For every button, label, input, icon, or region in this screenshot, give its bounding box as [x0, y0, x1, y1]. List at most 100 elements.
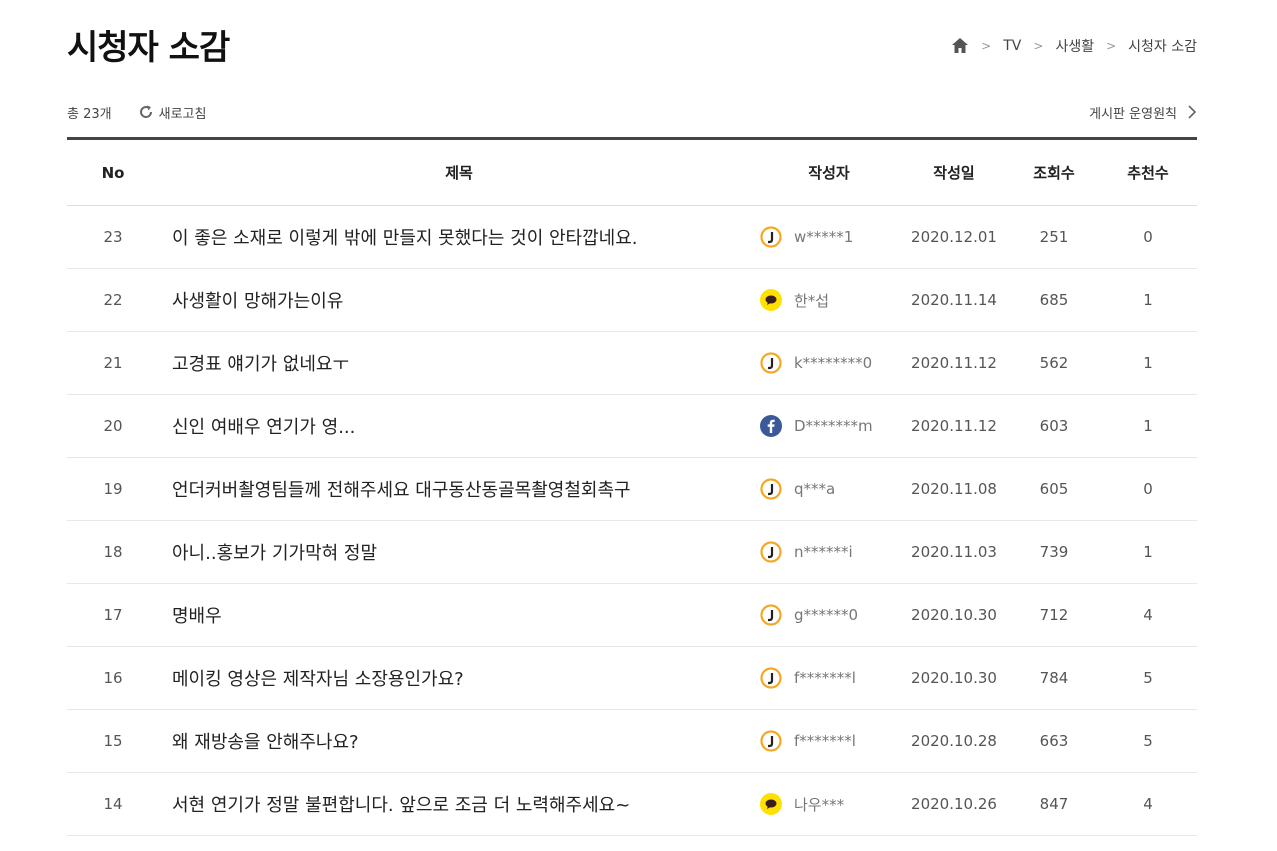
post-author-cell: k********0	[759, 332, 899, 395]
table-row[interactable]: 23 이 좋은 소재로 이렇게 밖에 만들지 못했다는 것이 안타깝네요. w***…	[67, 206, 1197, 269]
breadcrumb-program[interactable]: 사생활	[1055, 36, 1094, 56]
home-icon[interactable]	[951, 37, 969, 55]
breadcrumb-current[interactable]: 시청자 소감	[1128, 36, 1197, 56]
post-title-link[interactable]: 이 좋은 소재로 이렇게 밖에 만들지 못했다는 것이 안타깝네요.	[172, 228, 638, 249]
post-title-cell: 왜 재방송을 안해주나요?	[159, 710, 759, 773]
post-likes: 4	[1143, 795, 1153, 813]
post-author: 한*섭	[794, 291, 830, 310]
col-no: No	[101, 163, 125, 182]
post-title-link[interactable]: 메이킹 영상은 제작자님 소장용인가요?	[172, 669, 464, 690]
post-title-link[interactable]: 사생활이 망해가는이유	[172, 291, 343, 312]
post-title-cell: 언더커버촬영팀들께 전해주세요 대구동산동골목촬영철회촉구	[159, 458, 759, 521]
post-author-cell: w*****1	[759, 206, 899, 269]
col-title: 제목	[445, 164, 473, 182]
refresh-label: 새로고침	[158, 106, 207, 122]
post-title-cell: 메이킹 영상은 제작자님 소장용인가요?	[159, 647, 759, 710]
post-number: 20	[103, 417, 123, 435]
post-number: 18	[103, 543, 123, 561]
post-likes: 1	[1143, 543, 1153, 561]
post-author: q***a	[794, 480, 836, 498]
table-row[interactable]: 22 사생활이 망해가는이유 한*섭 2020.11.14 685 1	[67, 269, 1197, 332]
post-date: 2020.11.03	[911, 543, 997, 561]
jtbc-icon	[760, 604, 782, 626]
post-likes: 5	[1143, 732, 1153, 750]
table-row[interactable]: 20 신인 여배우 연기가 영... D*******m 2020.11.12 603 1	[67, 395, 1197, 458]
post-likes: 1	[1143, 354, 1153, 372]
post-title-link[interactable]: 신인 여배우 연기가 영...	[172, 417, 355, 438]
refresh-button[interactable]: 새로고침	[138, 103, 207, 122]
post-title-link[interactable]: 서현 연기가 정말 불편합니다. 앞으로 조금 더 노력해주세요~	[172, 795, 630, 816]
kakao-icon	[760, 793, 782, 815]
post-title-link[interactable]: 고경표 얘기가 없네요ㅜ	[172, 354, 349, 375]
post-author: g******0	[794, 606, 859, 624]
post-date: 2020.11.08	[911, 480, 997, 498]
post-views: 739	[1039, 543, 1069, 561]
post-title-cell: 사생활이 망해가는이유	[159, 269, 759, 332]
post-title-link[interactable]: 언더커버촬영팀들께 전해주세요 대구동산동골목촬영철회촉구	[172, 480, 631, 501]
post-author: f*******l	[794, 732, 856, 750]
table-row[interactable]: 14 서현 연기가 정말 불편합니다. 앞으로 조금 더 노력해주세요~ 나우***…	[67, 773, 1197, 836]
post-likes: 4	[1143, 606, 1153, 624]
post-number: 22	[103, 291, 123, 309]
post-date: 2020.11.12	[911, 354, 997, 372]
post-views: 562	[1039, 354, 1069, 372]
post-author: k********0	[794, 354, 873, 372]
col-date: 작성일	[933, 164, 975, 182]
jtbc-icon	[760, 730, 782, 752]
post-author-cell: f*******l	[759, 647, 899, 710]
total-count: 총 23개	[67, 106, 112, 122]
jtbc-icon	[760, 226, 782, 248]
table-row[interactable]: 18 아니..홍보가 기가막혀 정말 n******i 2020.11.03 739 1	[67, 521, 1197, 584]
post-likes: 1	[1143, 417, 1153, 435]
post-views: 685	[1039, 291, 1069, 309]
post-likes: 0	[1143, 480, 1153, 498]
post-author: 나우***	[794, 795, 845, 814]
post-author-cell: D*******m	[759, 395, 899, 458]
breadcrumb: > TV > 사생활 > 시청자 소감	[951, 36, 1197, 56]
jtbc-icon	[760, 478, 782, 500]
table-row[interactable]: 21 고경표 얘기가 없네요ㅜ k********0 2020.11.12 562 1	[67, 332, 1197, 395]
table-row[interactable]: 15 왜 재방송을 안해주나요? f*******l 2020.10.28 663 5	[67, 710, 1197, 773]
post-title-cell: 명배우	[159, 584, 759, 647]
facebook-icon	[760, 415, 782, 437]
post-author-cell: 한*섭	[759, 269, 899, 332]
table-row[interactable]: 17 명배우 g******0 2020.10.30 712 4	[67, 584, 1197, 647]
post-likes: 5	[1143, 669, 1153, 687]
page-title: 시청자 소감	[67, 28, 230, 68]
table-header-row: No 제목 작성자 작성일 조회수 추천수	[67, 138, 1197, 206]
post-number: 19	[103, 480, 123, 498]
post-number: 17	[103, 606, 123, 624]
post-author: w*****1	[794, 228, 854, 246]
post-date: 2020.10.30	[911, 669, 997, 687]
post-title-link[interactable]: 왜 재방송을 안해주나요?	[172, 732, 359, 753]
post-number: 14	[103, 795, 123, 813]
post-title-cell: 신인 여배우 연기가 영...	[159, 395, 759, 458]
post-views: 847	[1039, 795, 1069, 813]
chevron-right-icon: >	[1033, 39, 1044, 53]
post-date: 2020.10.26	[911, 795, 997, 813]
jtbc-icon	[760, 352, 782, 374]
post-title-link[interactable]: 아니..홍보가 기가막혀 정말	[172, 543, 377, 564]
post-number: 15	[103, 732, 123, 750]
post-author-cell: n******i	[759, 521, 899, 584]
post-title-link[interactable]: 명배우	[172, 606, 222, 627]
post-title-cell: 고경표 얘기가 없네요ㅜ	[159, 332, 759, 395]
board-rules-link[interactable]: 게시판 운영원칙	[1089, 103, 1197, 122]
board-rules-label: 게시판 운영원칙	[1089, 106, 1177, 122]
post-views: 663	[1039, 732, 1069, 750]
post-views: 605	[1039, 480, 1069, 498]
chevron-right-icon	[1188, 105, 1197, 119]
board-toolbar: 총 23개 새로고침 게시판 운영원칙	[67, 100, 1197, 124]
post-views: 712	[1039, 606, 1069, 624]
post-number: 16	[103, 669, 123, 687]
breadcrumb-tv[interactable]: TV	[1003, 38, 1021, 54]
chevron-right-icon: >	[1106, 39, 1117, 53]
post-author: f*******l	[794, 669, 856, 687]
table-row[interactable]: 19 언더커버촬영팀들께 전해주세요 대구동산동골목촬영철회촉구 q***a 2020…	[67, 458, 1197, 521]
post-author-cell: g******0	[759, 584, 899, 647]
post-likes: 1	[1143, 291, 1153, 309]
post-number: 21	[103, 354, 123, 372]
table-row[interactable]: 16 메이킹 영상은 제작자님 소장용인가요? f*******l 2020.10.3…	[67, 647, 1197, 710]
post-date: 2020.11.14	[911, 291, 997, 309]
post-likes: 0	[1143, 228, 1153, 246]
